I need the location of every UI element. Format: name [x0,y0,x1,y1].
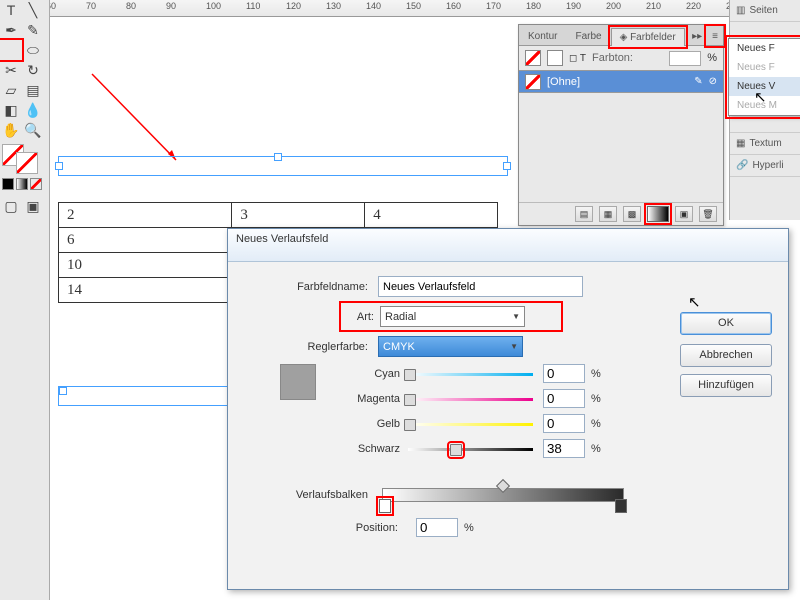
flyout-item-new-gradient[interactable]: Neues V [729,77,800,96]
line-tool[interactable]: ╲ [22,0,44,20]
pages-icon: ▥ [736,5,745,16]
type-label: Art: [346,311,380,323]
tab-swatches[interactable]: ◈ Farbfelder [611,28,685,46]
ok-button[interactable]: OK [680,312,772,335]
new-gradient-swatch[interactable] [647,206,669,222]
rectangle-frame-tool[interactable] [0,40,22,60]
swatches-panel: Kontur Farbe ◈ Farbfelder ▸▸ ≡ ◻ T Farbt… [518,24,724,226]
lock-icon: ✎ [694,76,702,87]
cyan-input[interactable] [543,364,585,383]
scissors-tool[interactable]: ✂ [0,60,22,80]
textwrap-panel-tab[interactable]: ▦Textum [730,133,800,155]
apply-none[interactable] [30,178,42,190]
yellow-label: Gelb [330,418,408,430]
show-large-view[interactable]: ▩ [623,206,641,222]
object-text-toggle[interactable]: ◻ T [569,53,586,64]
resize-handle[interactable] [503,162,511,170]
black-label: Schwarz [330,443,408,455]
flyout-item[interactable]: Neues F [729,39,800,58]
swatches-icon: ◈ [620,32,628,43]
horizontal-ruler: 6070809010011012013014015016017018019020… [50,0,800,17]
table-row: 234 [59,203,498,228]
none-icon: ⊘ [709,76,717,87]
rotate-tool[interactable]: ↻ [22,60,44,80]
tint-unit: % [707,52,717,64]
apply-black[interactable] [2,178,14,190]
name-label: Farbfeldname: [238,281,378,293]
gradient-ramp-label: Verlaufsbalken [238,489,374,501]
yellow-input[interactable] [543,414,585,433]
preview-view[interactable]: ▣ [22,196,44,216]
black-input[interactable] [543,439,585,458]
cancel-button[interactable]: Abbrechen [680,344,772,367]
selected-frame[interactable] [58,156,508,176]
chevron-down-icon: ▼ [512,312,520,321]
gradient-ramp[interactable] [382,488,624,502]
add-button[interactable]: Hinzufügen [680,374,772,397]
cyan-slider[interactable] [408,369,533,379]
tool-palette: T╲ ✒✎ ⬭ ✂↻ ▱▤ ◧💧 ✋🔍 ▢▣ [0,0,50,600]
resize-handle[interactable] [274,153,282,161]
tab-color[interactable]: Farbe [566,27,610,45]
normal-view[interactable]: ▢ [0,196,22,216]
ellipse-frame-tool[interactable]: ⬭ [22,40,44,60]
chevron-down-icon: ▼ [510,342,518,351]
flyout-item: Neues F [729,58,800,77]
gradient-type-combo[interactable]: Radial▼ [380,306,525,327]
eyedropper-tool[interactable]: 💧 [22,100,44,120]
empty-frame[interactable] [58,386,234,406]
pages-panel-tab[interactable]: ▥Seiten [730,0,800,22]
black-slider[interactable] [408,444,533,454]
pen-tool[interactable]: ✒ [0,20,22,40]
magenta-slider[interactable] [408,394,533,404]
gradient-stop-left[interactable] [379,499,391,513]
panel-flyout-menu: Neues F Neues F Neues V Neues M [728,38,800,116]
color-preview [280,364,316,400]
resize-handle[interactable] [59,387,67,395]
free-transform-tool[interactable]: ▤ [22,80,44,100]
scale-tool[interactable]: ▱ [0,80,22,100]
magenta-input[interactable] [543,389,585,408]
tint-label: Farbton: [592,52,633,64]
type-tool[interactable]: T [0,0,22,20]
new-gradient-dialog: Neues Verlaufsfeld Farbfeldname: Art: Ra… [227,228,789,590]
resize-handle[interactable] [55,162,63,170]
link-icon: 🔗 [736,160,748,171]
panel-collapse[interactable]: ▸▸ [687,27,707,45]
delete-swatch[interactable]: 🗑 [699,206,717,222]
show-list-view[interactable]: ▤ [575,206,593,222]
hyperlinks-panel-tab[interactable]: 🔗Hyperli [730,155,800,177]
panel-menu-icon[interactable]: ≡ [707,27,723,45]
stroke-swatch-icon[interactable] [547,50,563,66]
dialog-title: Neues Verlaufsfeld [228,229,788,262]
gradient-tool[interactable]: ◧ [0,100,22,120]
show-small-view[interactable]: ▦ [599,206,617,222]
swatch-name-input[interactable] [378,276,583,297]
yellow-slider[interactable] [408,419,533,429]
position-label: Position: [338,522,406,534]
apply-gradient[interactable] [16,178,28,190]
position-input[interactable] [416,518,458,537]
magenta-label: Magenta [330,393,408,405]
fill-stroke-swatch[interactable] [2,144,47,174]
swatch-item-none[interactable]: [Ohne] ✎ ⊘ [519,71,723,92]
textwrap-icon: ▦ [736,138,745,149]
fill-swatch-icon[interactable] [525,50,541,66]
cyan-label: Cyan [330,368,408,380]
midpoint-diamond[interactable] [496,479,510,493]
tab-stroke[interactable]: Kontur [519,27,566,45]
pencil-tool[interactable]: ✎ [22,20,44,40]
swatch-list: [Ohne] ✎ ⊘ [519,70,723,93]
zoom-tool[interactable]: 🔍 [22,120,44,140]
gradient-stop-right[interactable] [615,499,627,513]
flyout-item: Neues M [729,96,800,115]
hand-tool[interactable]: ✋ [0,120,22,140]
color-mode-combo[interactable]: CMYK▼ [378,336,523,357]
colormode-label: Reglerfarbe: [238,341,378,353]
new-swatch[interactable]: ▣ [675,206,693,222]
tint-input[interactable] [669,51,701,66]
